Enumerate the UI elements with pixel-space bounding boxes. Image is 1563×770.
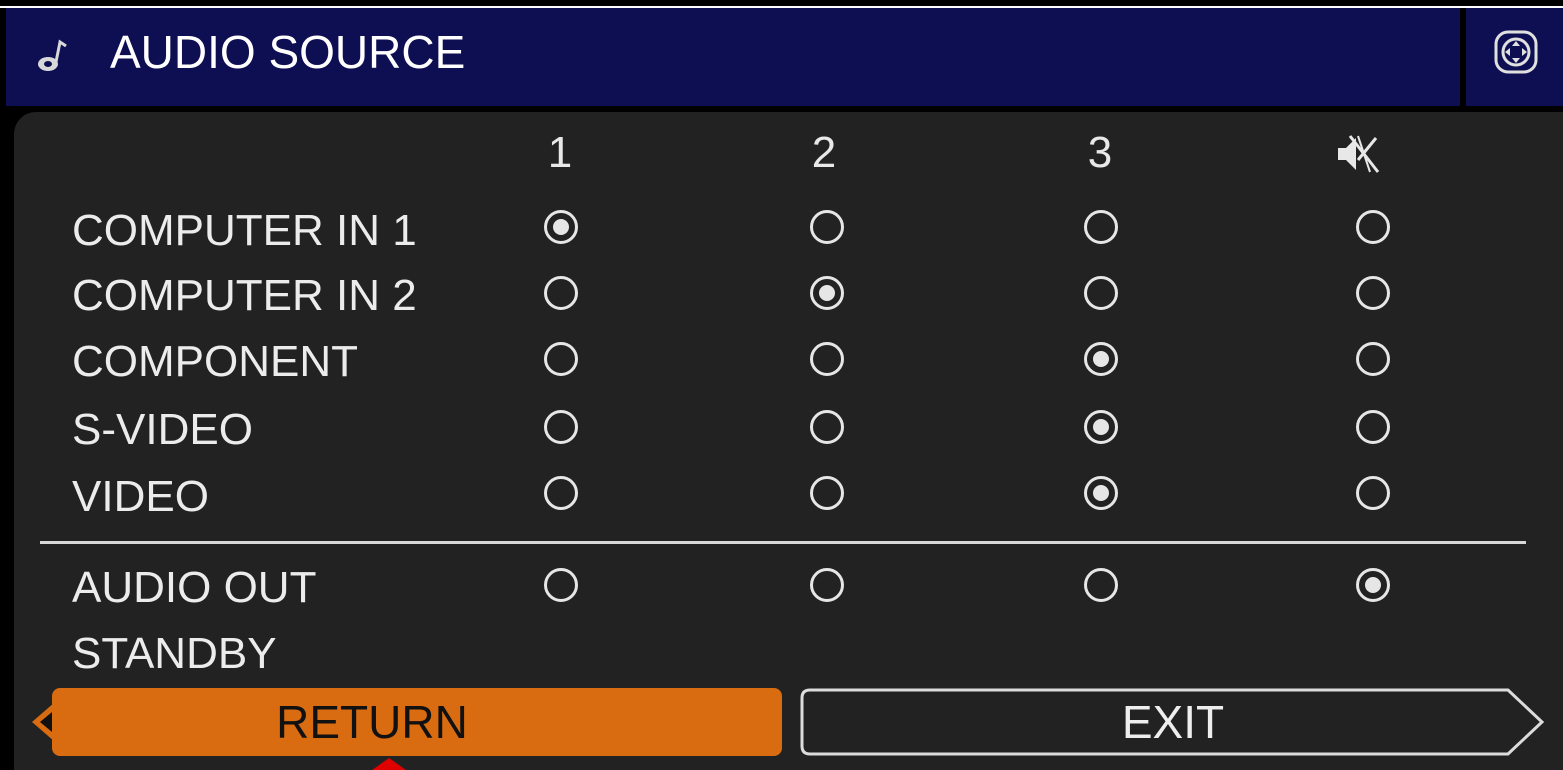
row-label-component: COMPONENT <box>72 337 358 386</box>
left-arrow-icon <box>32 696 62 748</box>
radio-button[interactable] <box>810 210 844 244</box>
radio-button[interactable] <box>810 276 844 310</box>
radio-button[interactable] <box>1084 276 1118 310</box>
pointer-arrow-icon <box>372 758 406 770</box>
exit-button-label: EXIT <box>1121 696 1225 748</box>
return-button[interactable]: RETURN <box>52 688 782 756</box>
radio-button[interactable] <box>1356 410 1390 444</box>
radio-dot <box>553 219 569 235</box>
standby-label: STANDBY <box>72 629 277 678</box>
row-label-s-video: S-VIDEO <box>72 405 253 454</box>
column-header-1: 1 <box>547 128 573 177</box>
radio-button[interactable] <box>1356 568 1390 602</box>
exit-button[interactable]: EXIT <box>800 688 1546 756</box>
radio-button[interactable] <box>810 476 844 510</box>
divider <box>40 541 1526 544</box>
radio-button[interactable] <box>1084 476 1118 510</box>
radio-button[interactable] <box>810 410 844 444</box>
radio-dot <box>1365 577 1381 593</box>
radio-dot <box>1093 351 1109 367</box>
radio-button[interactable] <box>810 568 844 602</box>
radio-button[interactable] <box>1084 210 1118 244</box>
row-label-computer-in-2: COMPUTER IN 2 <box>72 271 417 320</box>
top-border <box>0 0 1563 6</box>
column-header-2: 2 <box>811 128 837 177</box>
music-note-icon <box>38 39 67 71</box>
navigate-icon <box>1494 30 1538 74</box>
radio-button[interactable] <box>1084 568 1118 602</box>
mute-icon <box>1338 135 1380 173</box>
radio-button[interactable] <box>544 210 578 244</box>
radio-button[interactable] <box>1356 476 1390 510</box>
radio-dot <box>1093 485 1109 501</box>
page-title: AUDIO SOURCE <box>110 26 466 78</box>
title-bar: AUDIO SOURCE <box>0 8 1563 106</box>
radio-button[interactable] <box>544 568 578 602</box>
return-button-label: RETURN <box>276 696 468 748</box>
radio-dot <box>1093 419 1109 435</box>
radio-button[interactable] <box>544 410 578 444</box>
radio-button[interactable] <box>1084 410 1118 444</box>
radio-button[interactable] <box>544 476 578 510</box>
navigate-button[interactable] <box>1460 8 1563 106</box>
radio-button[interactable] <box>810 342 844 376</box>
row-label-computer-in-1: COMPUTER IN 1 <box>72 206 417 255</box>
radio-button[interactable] <box>544 276 578 310</box>
row-label-audio-out: AUDIO OUT <box>72 563 317 612</box>
radio-button[interactable] <box>1084 342 1118 376</box>
radio-dot <box>819 285 835 301</box>
radio-button[interactable] <box>1356 210 1390 244</box>
row-label-video: VIDEO <box>72 472 209 521</box>
radio-button[interactable] <box>1356 342 1390 376</box>
radio-button[interactable] <box>544 342 578 376</box>
column-header-3: 3 <box>1087 128 1113 177</box>
radio-button[interactable] <box>1356 276 1390 310</box>
